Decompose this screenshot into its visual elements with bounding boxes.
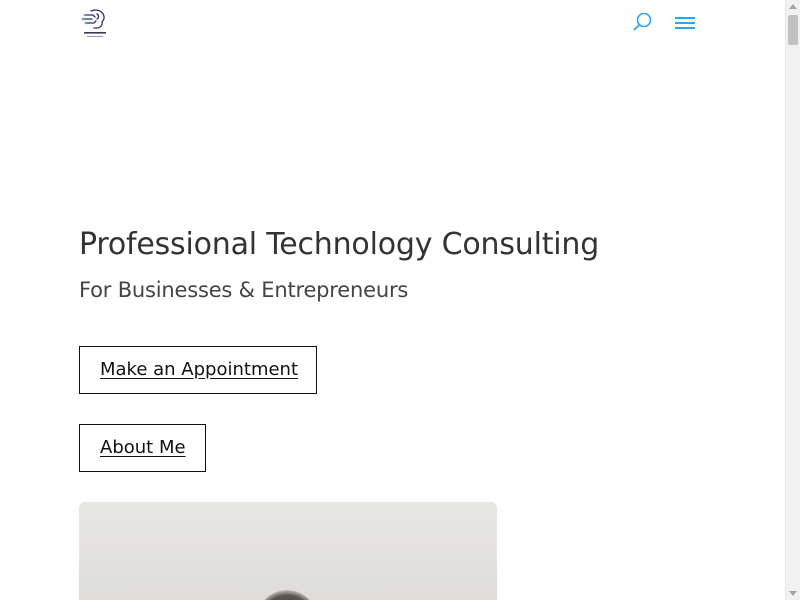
scroll-down-arrow-icon[interactable] <box>789 591 797 596</box>
hamburger-menu-icon <box>675 17 695 29</box>
site-logo[interactable] <box>80 6 110 40</box>
about-me-button[interactable]: About Me <box>79 424 206 472</box>
scrollbar-thumb[interactable] <box>788 15 798 45</box>
search-icon <box>633 12 652 31</box>
search-button[interactable] <box>632 11 654 33</box>
page: Professional Technology Consulting For B… <box>0 0 785 600</box>
portrait-photo <box>79 502 497 600</box>
photo-subject-hair <box>257 590 317 600</box>
menu-button[interactable] <box>674 14 696 32</box>
vertical-scrollbar[interactable] <box>785 0 800 600</box>
make-appointment-button[interactable]: Make an Appointment <box>79 346 317 394</box>
site-header <box>0 0 785 48</box>
hero-subtitle: For Businesses & Entrepreneurs <box>79 278 409 302</box>
hero-title: Professional Technology Consulting <box>79 227 600 262</box>
scroll-up-arrow-icon[interactable] <box>789 4 797 9</box>
brain-circuit-logo-icon <box>81 9 106 37</box>
